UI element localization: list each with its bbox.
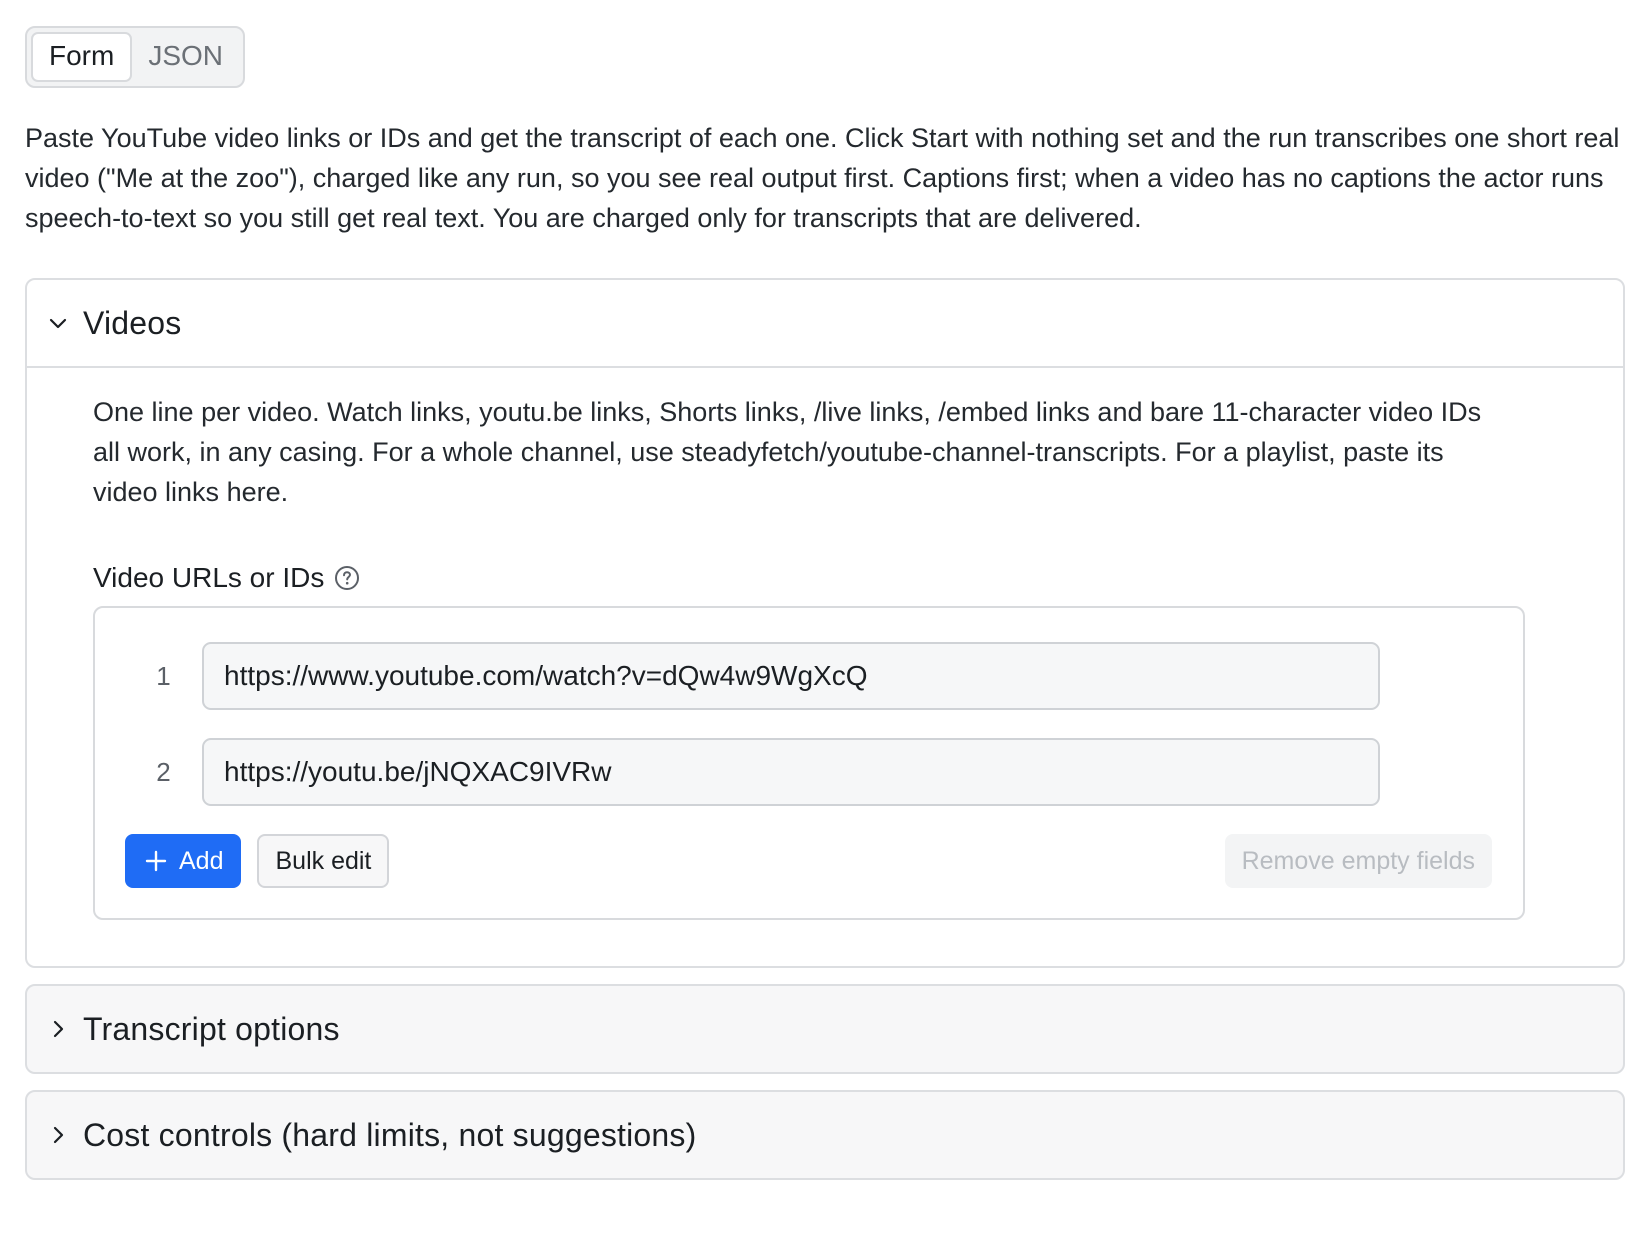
remove-empty-fields-button[interactable]: Remove empty fields <box>1224 834 1492 888</box>
chevron-down-icon <box>47 312 69 334</box>
chevron-right-icon <box>47 1124 69 1146</box>
list-item: 2 <box>125 738 1492 806</box>
video-url-input-1[interactable] <box>202 642 1380 710</box>
mode-switch: Form JSON <box>25 26 246 88</box>
actor-input-page: Form JSON Paste YouTube video links or I… <box>25 26 1625 1180</box>
tab-json[interactable]: JSON <box>132 32 239 82</box>
bulk-edit-button[interactable]: Bulk edit <box>257 834 390 888</box>
section-videos-title: Videos <box>83 304 182 341</box>
plus-icon <box>145 850 167 872</box>
add-button-label: Add <box>179 846 224 875</box>
row-number: 1 <box>156 660 171 691</box>
row-number: 2 <box>156 756 171 787</box>
intro-description: Paste YouTube video links or IDs and get… <box>25 123 1620 233</box>
tab-form[interactable]: Form <box>31 32 133 82</box>
section-videos: Videos One line per video. Watch links, … <box>25 278 1625 968</box>
section-transcript-options: Transcript options <box>25 984 1625 1074</box>
section-videos-header[interactable]: Videos <box>27 280 1623 366</box>
section-cost-controls-header[interactable]: Cost controls (hard limits, not suggesti… <box>27 1092 1623 1178</box>
list-item: 1 <box>125 642 1492 710</box>
video-urls-list: 1 2 Add Bulk edit Remove empty field <box>93 606 1525 920</box>
video-urls-label-row: Video URLs or IDs <box>93 562 1577 594</box>
section-cost-controls: Cost controls (hard limits, not suggesti… <box>25 1090 1625 1180</box>
add-button[interactable]: Add <box>125 834 242 888</box>
video-urls-label: Video URLs or IDs <box>93 562 325 593</box>
list-actions: Add Bulk edit Remove empty fields <box>125 834 1492 888</box>
section-videos-body: One line per video. Watch links, youtu.b… <box>27 368 1623 966</box>
section-cost-controls-title: Cost controls (hard limits, not suggesti… <box>83 1116 697 1153</box>
video-url-input-2[interactable] <box>202 738 1380 806</box>
section-transcript-options-header[interactable]: Transcript options <box>27 986 1623 1072</box>
section-videos-description: One line per video. Watch links, youtu.b… <box>93 397 1482 507</box>
section-transcript-options-title: Transcript options <box>83 1010 340 1047</box>
chevron-right-icon <box>47 1018 69 1040</box>
question-circle-icon[interactable] <box>334 565 360 591</box>
